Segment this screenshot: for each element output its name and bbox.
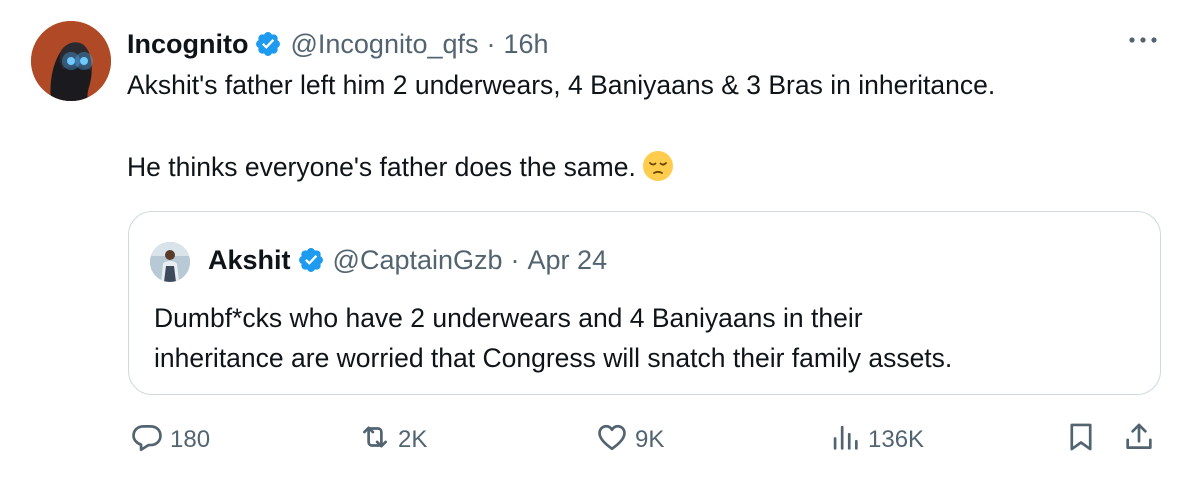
tweet-header: Incognito @Incognito_qfs · 16h: [127, 26, 549, 62]
reply-count: 180: [170, 426, 211, 453]
author-avatar-image: [31, 21, 111, 101]
quoted-tweet-date: Apr 24: [527, 244, 608, 275]
author-handle[interactable]: @Incognito_qfs: [290, 29, 478, 60]
verified-badge-icon: [254, 30, 282, 58]
tweet-timestamp[interactable]: 16h: [504, 29, 549, 60]
separator-dot: ·: [486, 28, 496, 59]
heart-icon: [595, 420, 629, 461]
pensive-face-icon: [642, 150, 674, 182]
reply-button[interactable]: 180: [130, 420, 210, 460]
more-icon[interactable]: [1126, 26, 1160, 54]
bookmark-button[interactable]: [1064, 420, 1098, 460]
repost-icon: [358, 420, 392, 461]
views-count: 136K: [868, 426, 925, 453]
quoted-author-name[interactable]: Akshit: [208, 245, 291, 276]
quoted-author-handle: @CaptainGzb: [332, 244, 503, 275]
quoted-author-avatar[interactable]: [150, 242, 190, 282]
reply-icon: [130, 420, 164, 461]
share-icon: [1122, 420, 1156, 461]
quoted-tweet-text: Dumbf*cks who have 2 underwears and 4 Ba…: [154, 298, 952, 378]
views-icon: [828, 420, 862, 461]
separator-dot: ·: [510, 244, 520, 275]
quoted-tweet-header: Akshit @CaptainGzb · Apr 24: [208, 242, 607, 278]
repost-count: 2K: [398, 426, 428, 453]
quoted-avatar-image: [150, 242, 190, 282]
quoted-text-line: Dumbf*cks who have 2 underwears and 4 Ba…: [154, 303, 863, 333]
views-button[interactable]: 136K: [828, 420, 924, 460]
tweet-text-line: Akshit's father left him 2 underwears, 4…: [127, 70, 996, 100]
quoted-text-line: inheritance are worried that Congress wi…: [154, 343, 953, 373]
verified-badge-icon: [297, 246, 325, 274]
like-count: 9K: [635, 426, 665, 453]
share-button[interactable]: [1122, 420, 1156, 460]
tweet-text-line: He thinks everyone's father does the sam…: [127, 150, 674, 183]
author-name[interactable]: Incognito: [127, 29, 248, 60]
tweet-action-bar: 180 2K 9K 136K: [0, 420, 1196, 460]
tweet-text-span: He thinks everyone's father does the sam…: [127, 152, 636, 182]
author-avatar[interactable]: [31, 21, 111, 101]
like-button[interactable]: 9K: [595, 420, 664, 460]
repost-button[interactable]: 2K: [358, 420, 427, 460]
bookmark-icon: [1064, 420, 1098, 461]
quoted-tweet[interactable]: Akshit @CaptainGzb · Apr 24 Dumbf*cks wh…: [128, 211, 1161, 395]
